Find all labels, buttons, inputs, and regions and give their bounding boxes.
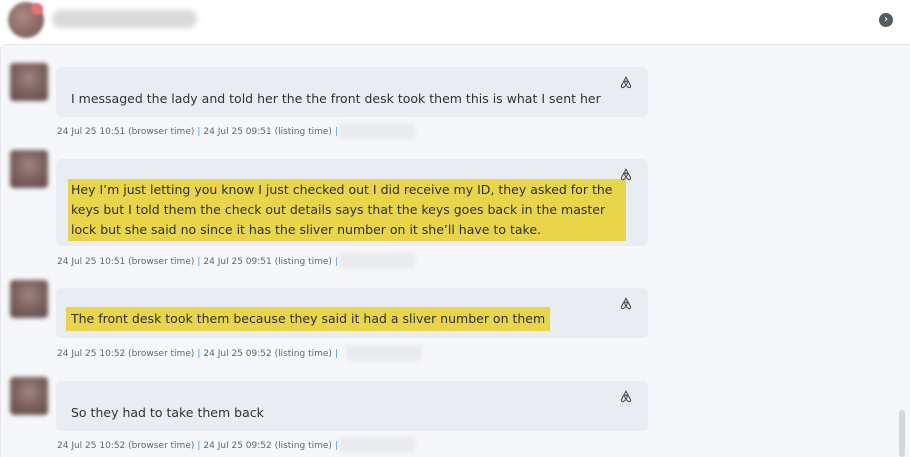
- sender-avatar: [10, 150, 48, 188]
- message-text: So they had to take them back: [71, 405, 264, 420]
- browser-time: 24 Jul 25 10:51 (browser time): [57, 257, 195, 267]
- message-bubble: Hey I’m just letting you know I just che…: [56, 159, 648, 246]
- airbnb-icon: [620, 390, 632, 403]
- status-badge: [31, 3, 43, 15]
- redacted-meta: [346, 345, 422, 361]
- listing-time: 24 Jul 25 09:52 (listing time): [203, 441, 332, 451]
- message-bubble: The front desk took them because they sa…: [56, 288, 648, 338]
- browser-time: 24 Jul 25 10:52 (browser time): [57, 349, 195, 359]
- message-meta: 24 Jul 25 10:51 (browser time) | 24 Jul 25…: [57, 127, 338, 137]
- sender-avatar: [10, 63, 48, 101]
- sender-avatar: [10, 280, 48, 318]
- redacted-meta: [339, 437, 415, 453]
- message-meta: 24 Jul 25 10:51 (browser time) | 24 Jul 25…: [57, 257, 338, 267]
- message-thread[interactable]: I messaged the lady and told her the the…: [0, 44, 910, 457]
- message-text: The front desk took them because they sa…: [66, 307, 551, 331]
- listing-time: 24 Jul 25 09:52 (listing time): [203, 349, 332, 359]
- redacted-meta: [339, 253, 415, 269]
- chevron-right-circle-icon[interactable]: ›: [879, 13, 893, 27]
- listing-time: 24 Jul 25 09:51 (listing time): [203, 257, 332, 267]
- guest-name-redacted: [52, 10, 197, 28]
- browser-time: 24 Jul 25 10:52 (browser time): [57, 441, 195, 451]
- thread-scrollbar[interactable]: [899, 410, 905, 457]
- conversation-header: ›: [0, 0, 910, 42]
- browser-time: 24 Jul 25 10:51 (browser time): [57, 127, 195, 137]
- message-bubble: I messaged the lady and told her the the…: [56, 67, 648, 117]
- message-meta: 24 Jul 25 10:52 (browser time) | 24 Jul 25…: [57, 349, 338, 359]
- listing-time: 24 Jul 25 09:51 (listing time): [203, 127, 332, 137]
- message-text: I messaged the lady and told her the the…: [71, 91, 601, 106]
- airbnb-icon: [620, 168, 632, 181]
- redacted-meta: [339, 123, 415, 139]
- message-bubble: So they had to take them back: [56, 381, 648, 431]
- sender-avatar: [10, 377, 48, 415]
- message-meta: 24 Jul 25 10:52 (browser time) | 24 Jul 25…: [57, 441, 338, 451]
- airbnb-icon: [620, 297, 632, 310]
- message-text: Hey I’m just letting you know I just che…: [68, 179, 626, 241]
- airbnb-icon: [620, 76, 632, 89]
